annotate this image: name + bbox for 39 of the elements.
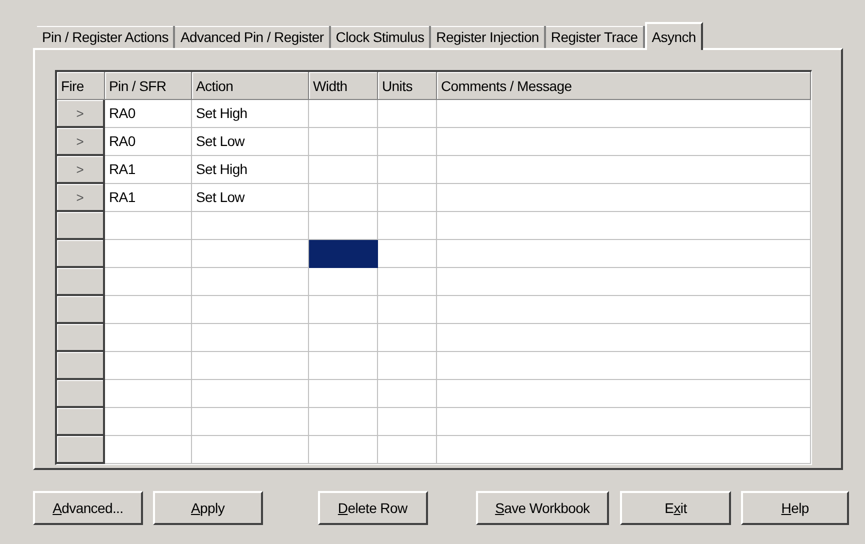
tab[interactable]: Advanced Pin / Register — [175, 26, 331, 48]
dialog-button[interactable]: Help — [741, 491, 850, 525]
tab[interactable]: Pin / Register Actions — [37, 26, 176, 48]
fire-button[interactable] — [57, 408, 105, 436]
fire-button[interactable] — [57, 268, 105, 296]
tab[interactable]: Asynch — [644, 22, 703, 50]
fire-button[interactable]: > — [57, 128, 105, 156]
dialog-button[interactable]: Delete Row — [318, 491, 428, 525]
table-cell: Set Low — [192, 128, 309, 156]
table-cell: Set Low — [192, 184, 309, 212]
column-header[interactable]: Comments / Message — [437, 72, 811, 100]
dialog-button[interactable]: Apply — [152, 491, 263, 525]
tab[interactable]: Register Injection — [431, 26, 546, 48]
column-header[interactable]: Action — [192, 72, 309, 100]
dialog-button[interactable]: Exit — [620, 491, 732, 525]
fire-button[interactable]: > — [57, 100, 105, 128]
column-header[interactable]: Units — [378, 72, 437, 100]
tab[interactable]: Clock Stimulus — [330, 26, 432, 48]
table-cell: RA0 — [105, 128, 192, 156]
fire-button[interactable]: > — [57, 156, 105, 184]
fire-button[interactable] — [57, 380, 105, 408]
fire-button[interactable] — [57, 352, 105, 380]
fire-button[interactable] — [57, 240, 105, 268]
fire-button[interactable] — [57, 324, 105, 352]
fire-button[interactable] — [57, 436, 105, 464]
dialog-button[interactable]: Advanced... — [33, 491, 143, 525]
fire-button[interactable] — [57, 212, 105, 240]
table-cell: Set High — [192, 156, 309, 184]
fire-button[interactable] — [57, 296, 105, 324]
table-cell: RA1 — [105, 156, 192, 184]
dialog-button[interactable]: Save Workbook — [476, 491, 610, 525]
column-header[interactable]: Fire — [57, 72, 105, 100]
tab[interactable]: Register Trace — [546, 26, 645, 48]
column-header[interactable]: Width — [309, 72, 378, 100]
fire-button[interactable]: > — [57, 184, 105, 212]
table-cell: RA1 — [105, 184, 192, 212]
table-cell: RA0 — [105, 100, 192, 128]
table-cell: Set High — [192, 100, 309, 128]
column-header[interactable]: Pin / SFR — [105, 72, 192, 100]
